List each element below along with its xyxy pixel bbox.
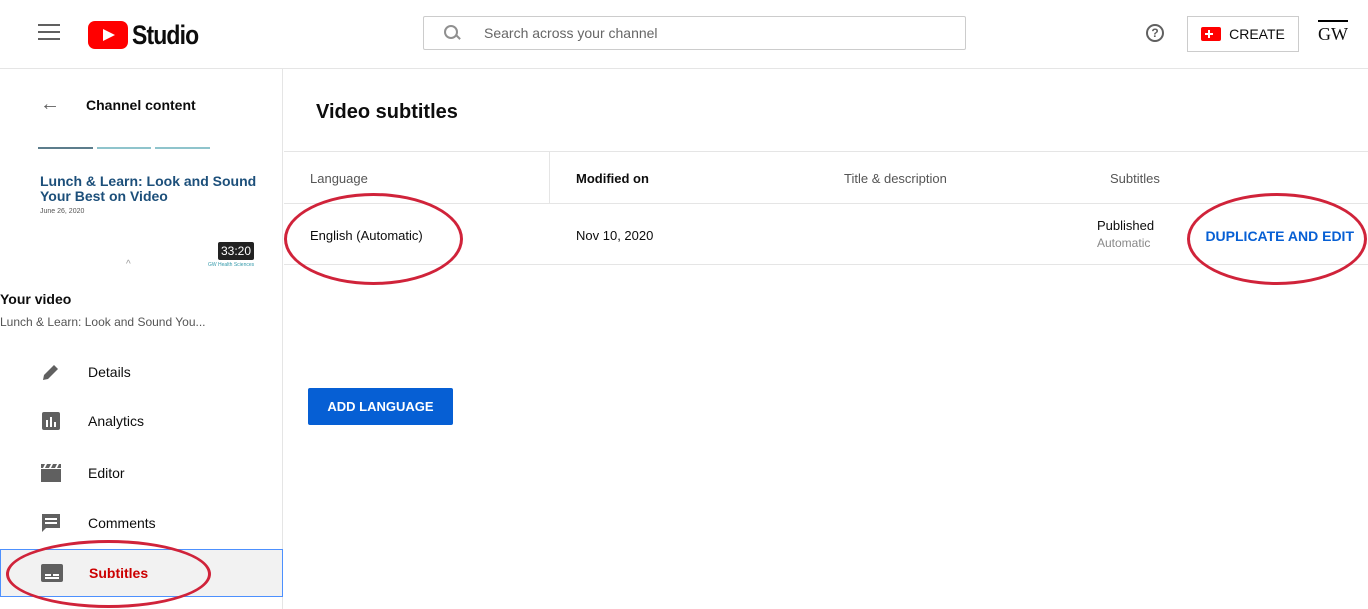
- column-header-modified[interactable]: Modified on: [576, 171, 649, 186]
- thumbnail-decoration: [38, 147, 211, 149]
- table-header: Language Modified on Title & description…: [284, 151, 1368, 204]
- pencil-icon: [40, 361, 62, 383]
- sidebar-item-label: Analytics: [88, 413, 145, 429]
- thumbnail-sub-logo: GW Health Sciences: [208, 262, 255, 268]
- back-row[interactable]: ← Channel content: [40, 93, 196, 116]
- column-divider: [549, 152, 550, 203]
- sidebar-item-analytics[interactable]: Analytics: [0, 397, 283, 445]
- sidebar-item-editor[interactable]: Editor: [0, 449, 283, 497]
- logo-text: Studio: [132, 19, 199, 50]
- status-automatic: Automatic: [1097, 236, 1151, 250]
- language-cell: English (Automatic): [310, 228, 423, 243]
- help-icon[interactable]: ?: [1146, 24, 1164, 42]
- your-video-label: Your video: [0, 291, 72, 307]
- clapper-icon: [40, 462, 62, 484]
- page-title: Video subtitles: [316, 101, 458, 123]
- thumbnail-caret-icon: ^: [126, 259, 131, 270]
- sidebar-item-label: Comments: [88, 515, 156, 531]
- subtitles-table: Language Modified on Title & description…: [284, 151, 1368, 265]
- back-label: Channel content: [86, 96, 196, 113]
- duplicate-and-edit-button[interactable]: DUPLICATE AND EDIT: [1205, 228, 1354, 244]
- avatar[interactable]: GW: [1318, 20, 1348, 48]
- sidebar-item-comments[interactable]: Comments: [0, 499, 283, 547]
- modified-cell: Nov 10, 2020: [576, 228, 654, 243]
- add-language-button[interactable]: ADD LANGUAGE: [308, 388, 453, 425]
- comment-icon: [40, 512, 62, 534]
- sidebar-item-label: Editor: [88, 465, 125, 481]
- create-button[interactable]: CREATE: [1187, 16, 1299, 52]
- create-video-icon: [1201, 27, 1222, 41]
- column-header-subtitles: Subtitles: [1110, 171, 1160, 186]
- sidebar-item-label: Subtitles: [89, 565, 149, 581]
- video-name: Lunch & Learn: Look and Sound You...: [0, 315, 206, 329]
- back-arrow-icon[interactable]: ←: [40, 93, 60, 116]
- search-input[interactable]: [482, 24, 926, 42]
- menu-icon[interactable]: [38, 24, 60, 42]
- subtitles-status: Published Automatic: [1097, 218, 1154, 250]
- top-bar: Studio ? CREATE GW: [0, 0, 1368, 69]
- studio-logo[interactable]: Studio: [88, 20, 210, 50]
- search-bar[interactable]: [423, 16, 966, 50]
- sidebar-item-subtitles[interactable]: Subtitles: [0, 549, 283, 597]
- thumbnail-date: June 26, 2020: [40, 208, 85, 215]
- sidebar-item-details[interactable]: Details: [0, 348, 283, 396]
- column-header-title-description: Title & description: [844, 171, 947, 186]
- search-icon[interactable]: [444, 25, 460, 41]
- create-label: CREATE: [1229, 26, 1285, 42]
- status-published: Published: [1097, 218, 1155, 233]
- sidebar: ← Channel content Lunch & Learn: Look an…: [0, 69, 283, 609]
- subtitles-icon: [41, 562, 63, 584]
- thumbnail-title: Lunch & Learn: Look and Sound Your Best …: [40, 173, 257, 204]
- analytics-icon: [40, 410, 62, 432]
- table-row: English (Automatic) Nov 10, 2020 Publish…: [284, 204, 1368, 265]
- column-header-language[interactable]: Language: [310, 171, 368, 186]
- sidebar-item-label: Details: [88, 364, 131, 380]
- duration-badge: 33:20: [218, 242, 255, 260]
- youtube-play-icon: [88, 21, 128, 49]
